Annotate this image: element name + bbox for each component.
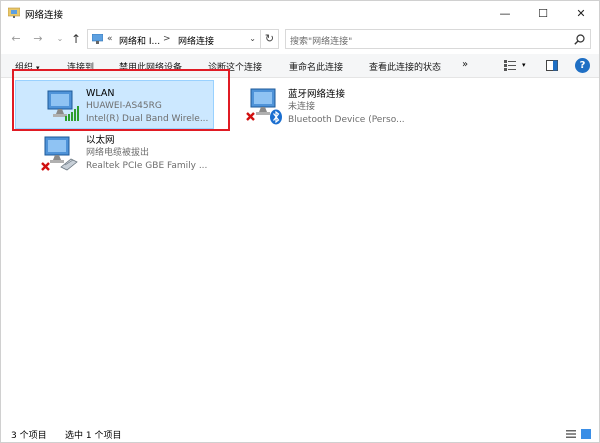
close-button[interactable]: ✕ — [563, 1, 599, 25]
title-bar: 网络连接 — ☐ ✕ — [1, 1, 599, 25]
forward-button[interactable]: → — [31, 31, 45, 47]
network-location-icon — [92, 34, 103, 44]
search-input[interactable]: 搜索"网络连接" — [285, 29, 591, 49]
address-bar[interactable]: « 网络和 I... > 网络连接 ⌄ — [87, 29, 261, 49]
breadcrumb-separator[interactable]: > — [163, 34, 171, 44]
preview-pane-icon[interactable] — [546, 60, 558, 71]
recent-locations-button[interactable]: ⌄ — [53, 31, 67, 47]
item-count: 3 个项目 — [11, 431, 47, 441]
change-view-icon[interactable] — [504, 60, 516, 71]
more-commands-button[interactable]: » — [462, 59, 468, 70]
back-button[interactable]: ← — [9, 31, 23, 47]
breadcrumb-network-and-internet[interactable]: 网络和 I... — [119, 34, 160, 47]
window-title: 网络连接 — [25, 10, 64, 21]
navigation-bar: ← → ⌄ ↑ « 网络和 I... > 网络连接 ⌄ ↻ 搜索"网络连接" — [1, 27, 599, 51]
network-folder-icon — [8, 7, 20, 18]
up-button[interactable]: ↑ — [69, 31, 83, 47]
highlight-annotation — [12, 69, 230, 131]
connection-name: 蓝牙网络连接 — [288, 89, 346, 100]
connection-item-ethernet[interactable]: 以太网 网络电缆被拔出 Realtek PCIe GBE Family ... — [41, 131, 241, 177]
ethernet-adapter-icon — [41, 136, 78, 171]
view-options-dropdown[interactable]: ▾ — [522, 61, 526, 69]
large-icons-view-icon[interactable] — [581, 429, 591, 439]
connection-device: Bluetooth Device (Perso... — [288, 115, 405, 125]
view-status-button[interactable]: 查看此连接的状态 — [369, 60, 441, 73]
bluetooth-adapter-icon — [246, 88, 282, 125]
minimize-button[interactable]: — — [487, 1, 523, 25]
details-view-icon[interactable] — [566, 429, 576, 439]
address-dropdown-icon[interactable]: ⌄ — [249, 34, 256, 43]
search-icon — [574, 34, 585, 45]
rename-connection-button[interactable]: 重命名此连接 — [289, 60, 343, 73]
connection-status: 网络电缆被拔出 — [86, 148, 150, 158]
address-overflow-chevron[interactable]: « — [107, 34, 113, 44]
refresh-button[interactable]: ↻ — [261, 29, 279, 49]
selected-count: 选中 1 个项目 — [65, 431, 122, 441]
connection-device: Realtek PCIe GBE Family ... — [86, 161, 208, 171]
breadcrumb-network-connections[interactable]: 网络连接 — [178, 34, 214, 47]
connection-name: 以太网 — [86, 135, 115, 146]
connection-item-bluetooth[interactable]: 蓝牙网络连接 未连接 Bluetooth Device (Perso... — [245, 83, 445, 129]
search-placeholder: 搜索"网络连接" — [290, 37, 353, 47]
maximize-button[interactable]: ☐ — [525, 1, 561, 25]
status-bar: 3 个项目 选中 1 个项目 — [1, 425, 599, 443]
explorer-window: 网络连接 — ☐ ✕ ← → ⌄ ↑ « 网络和 I... > 网络连接 ⌄ ↻… — [0, 0, 600, 443]
connection-status: 未连接 — [288, 102, 316, 112]
help-icon[interactable]: ? — [575, 58, 590, 73]
